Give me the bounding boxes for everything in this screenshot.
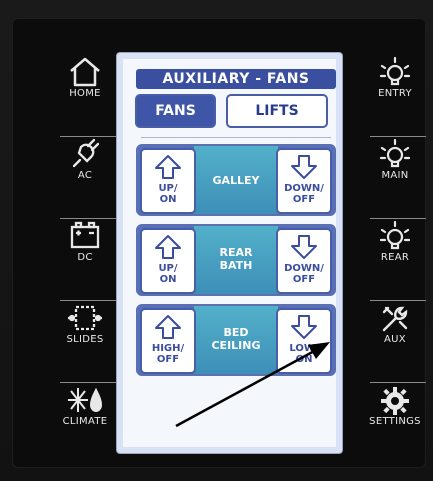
arrow-down-icon: [290, 314, 318, 344]
nav-aux-label: AUX: [384, 334, 406, 345]
button-label: DOWN/: [284, 263, 324, 274]
button-label: HIGH/: [151, 343, 185, 354]
tab-lifts[interactable]: LIFTS: [226, 94, 328, 128]
button-label: OFF: [292, 194, 316, 205]
bed-ceiling-low-button[interactable]: LOW/ON: [276, 308, 332, 374]
arrow-up-icon: [154, 154, 182, 184]
button-label: UP/: [158, 183, 178, 194]
nav-entry-label: ENTRY: [378, 88, 412, 99]
row-name-line: CEILING: [211, 339, 261, 352]
climate-icon: [65, 384, 105, 419]
right-nav: ENTRY MAIN REAR AUX SETTINGS: [350, 40, 433, 460]
galley-up-button[interactable]: UP/ON: [140, 148, 196, 214]
arrow-down-icon: [290, 154, 318, 184]
row-name-line: REAR: [219, 246, 253, 259]
screen-content: AUXILIARY - FANS FANS LIFTS UP/ON GALLEY: [123, 59, 336, 447]
arrow-up-icon: [154, 314, 182, 344]
row-name-line: BED: [223, 326, 249, 339]
rear-bath-down-button[interactable]: DOWN/OFF: [276, 228, 332, 294]
row-name: REAR BATH: [194, 246, 278, 272]
arrow-up-icon: [154, 234, 182, 264]
fan-row-bed-ceiling: HIGH/OFF BED CEILING LOW/ON: [136, 304, 336, 376]
fan-row-rear-bath: UP/ON REAR BATH DOWN/OFF: [136, 224, 336, 296]
button-label: ON: [159, 194, 177, 205]
button-label: LOW/: [289, 343, 319, 354]
galley-down-button[interactable]: DOWN/OFF: [276, 148, 332, 214]
battery-icon: [68, 220, 102, 255]
rear-bath-up-button[interactable]: UP/ON: [140, 228, 196, 294]
nav-main[interactable]: MAIN: [350, 122, 433, 192]
arrow-down-icon: [290, 234, 318, 264]
nav-aux[interactable]: AUX: [350, 286, 433, 356]
row-name: BED CEILING: [194, 326, 278, 352]
button-label: OFF: [156, 354, 180, 365]
row-name-line: BATH: [219, 259, 253, 272]
button-label: DOWN/: [284, 183, 324, 194]
plug-icon: [68, 138, 102, 173]
slide-out-icon: [66, 302, 104, 337]
home-icon: [68, 56, 102, 91]
button-label: UP/: [158, 263, 178, 274]
nav-rear-label: REAR: [380, 252, 410, 263]
touchscreen: AUXILIARY - FANS FANS LIFTS UP/ON GALLEY: [117, 53, 342, 453]
button-label: ON: [295, 354, 313, 365]
tab-fans[interactable]: FANS: [135, 94, 216, 128]
button-label: ON: [159, 274, 177, 285]
row-name: GALLEY: [212, 174, 260, 187]
divider: [141, 137, 331, 138]
nav-settings-label: SETTINGS: [369, 416, 421, 427]
nav-settings[interactable]: SETTINGS: [350, 368, 433, 438]
nav-main-label: MAIN: [381, 170, 409, 181]
device-frame: HOME AC DC SLIDES CLIMATE ENTRY MAIN REA…: [0, 0, 433, 481]
button-label: OFF: [292, 274, 316, 285]
nav-entry[interactable]: ENTRY: [350, 40, 433, 110]
fan-row-galley: UP/ON GALLEY DOWN/OFF: [136, 144, 336, 216]
page-title: AUXILIARY - FANS: [136, 69, 336, 89]
nav-rear[interactable]: REAR: [350, 204, 433, 274]
bed-ceiling-high-button[interactable]: HIGH/OFF: [140, 308, 196, 374]
